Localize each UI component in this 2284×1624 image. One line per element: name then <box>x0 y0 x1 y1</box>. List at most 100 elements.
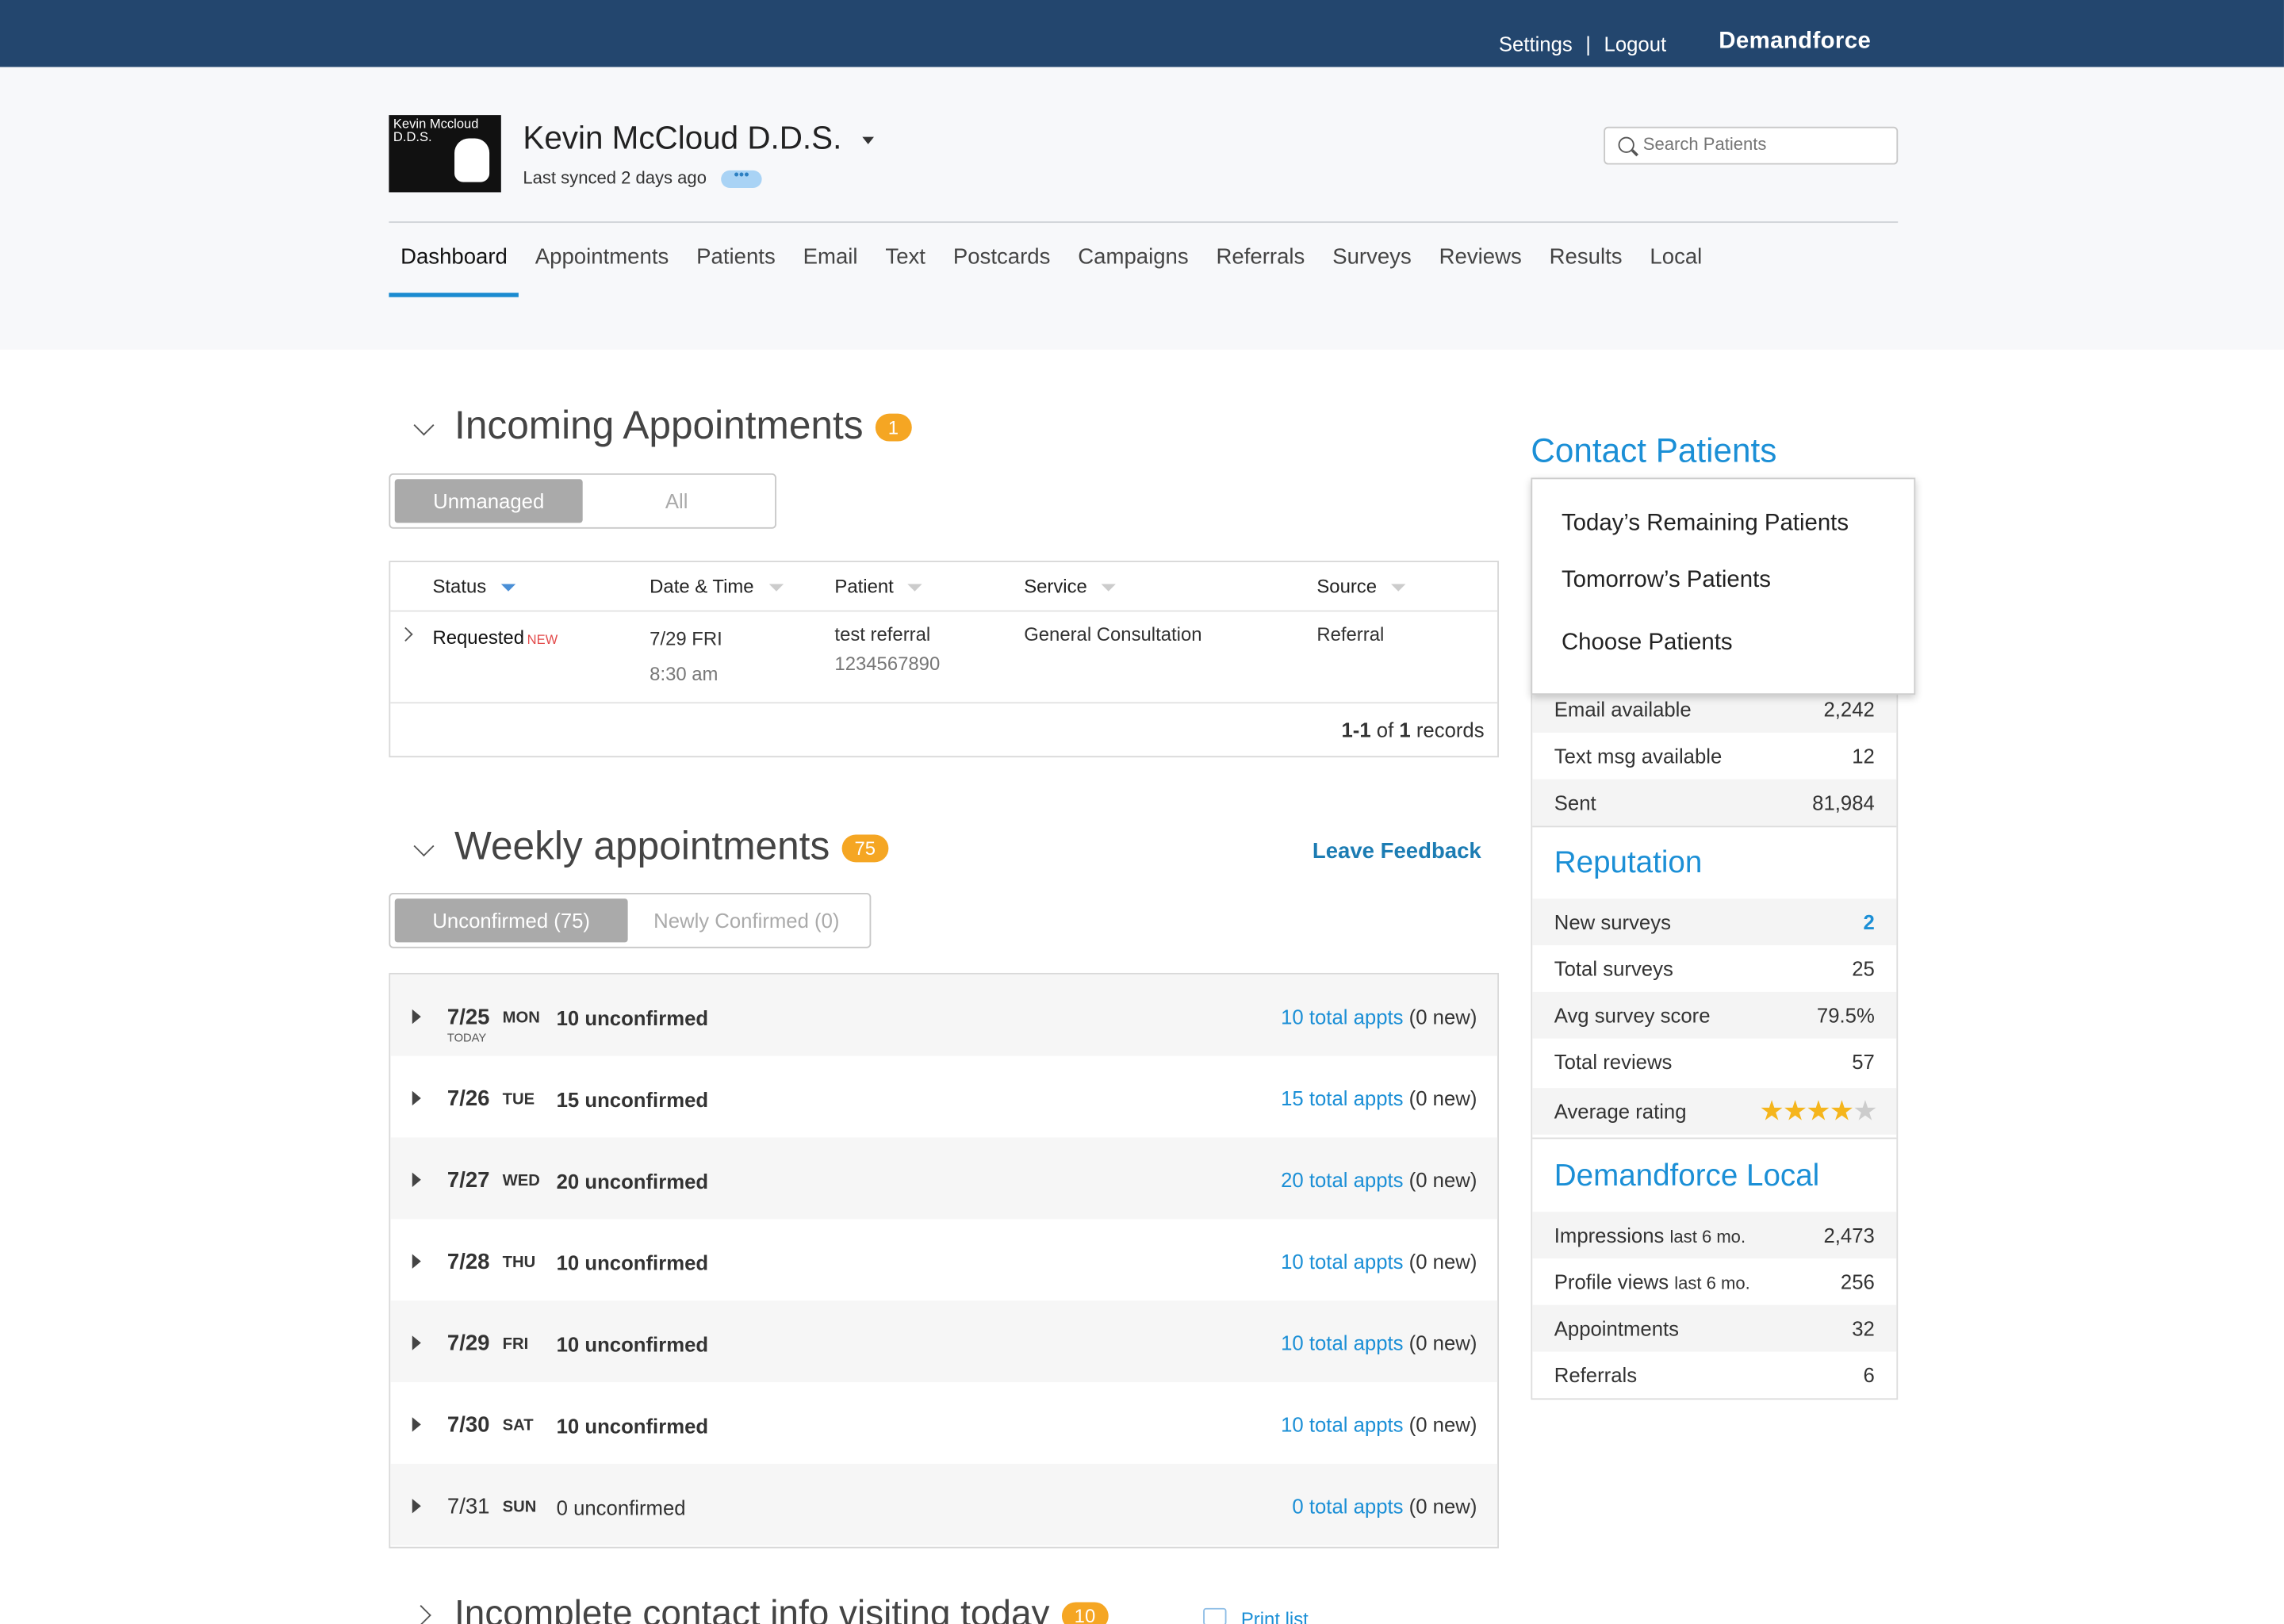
stat-label: Appointments <box>1554 1316 1679 1340</box>
collapse-chevron-icon[interactable] <box>413 415 435 436</box>
col-patient[interactable]: Patient <box>834 575 923 598</box>
day-row[interactable]: 7/31 SUN 0 unconfirmed 0 total appts (0 … <box>390 1463 1498 1545</box>
day-row[interactable]: 7/27 WED 20 unconfirmed 20 total appts (… <box>390 1137 1498 1220</box>
today-label: TODAY <box>446 1031 487 1044</box>
total-appts-link[interactable]: 15 total appts <box>1281 1086 1403 1109</box>
records-total: 1 <box>1399 718 1411 741</box>
brand-logo[interactable]: Demandforce <box>1719 29 1871 56</box>
col-datetime-label: Date & Time <box>650 575 754 598</box>
day-row[interactable]: 7/28 THU 10 unconfirmed 10 total appts (… <box>390 1219 1497 1300</box>
total-appts-link[interactable]: 20 total appts <box>1281 1168 1403 1191</box>
stat-value: 256 <box>1840 1270 1875 1294</box>
nav-surveys[interactable]: Surveys <box>1321 245 1424 297</box>
search-box[interactable] <box>1604 126 1899 165</box>
new-surveys-link[interactable]: 2 <box>1864 910 1875 933</box>
day-weekday: MON <box>502 1009 540 1027</box>
incoming-filter-toggle: Unmanaged All <box>389 473 776 529</box>
nav-dashboard[interactable]: Dashboard <box>389 245 519 297</box>
nav-campaigns[interactable]: Campaigns <box>1067 245 1201 297</box>
header <box>0 67 2284 350</box>
practice-logo: Kevin Mccloud D.D.S. <box>389 115 501 193</box>
print-list-link[interactable]: Print list <box>1241 1608 1309 1624</box>
new-count: (0 new) <box>1408 1168 1477 1192</box>
stat-value: 6 <box>1863 1363 1875 1387</box>
stat-row: Impressions last 6 mo. 2,473 <box>1532 1212 1897 1258</box>
expand-triangle-icon[interactable] <box>412 1417 421 1432</box>
nav-patients[interactable]: Patients <box>684 245 787 297</box>
nav-results[interactable]: Results <box>1538 245 1634 297</box>
leave-feedback-link[interactable]: Leave Feedback <box>1313 839 1481 864</box>
top-links: Settings | Logout <box>1499 32 1666 55</box>
print-icon[interactable] <box>1203 1607 1227 1624</box>
top-bar: Settings | Logout Demandforce <box>0 0 2284 67</box>
day-row[interactable]: 7/29 FRI 10 unconfirmed 10 total appts (… <box>390 1300 1498 1383</box>
nav-postcards[interactable]: Postcards <box>941 245 1062 297</box>
col-status[interactable]: Status <box>432 575 515 598</box>
logout-link[interactable]: Logout <box>1604 32 1667 55</box>
nav-appointments[interactable]: Appointments <box>523 245 680 297</box>
total-appts-link[interactable]: 10 total appts <box>1281 1331 1403 1354</box>
contact-patients-title[interactable]: Contact Patients <box>1531 431 1776 471</box>
weekly-list: 7/25 MON TODAY 10 unconfirmed 10 total a… <box>389 972 1499 1549</box>
day-unconfirmed: 0 unconfirmed <box>556 1496 686 1519</box>
expand-row-chevron-icon[interactable] <box>398 626 413 642</box>
stat-value: 2,242 <box>1823 697 1875 722</box>
stat-label: Profile views last 6 mo. <box>1554 1270 1750 1293</box>
toggle-newly-confirmed[interactable]: Newly Confirmed (0) <box>628 898 865 942</box>
nav-reviews[interactable]: Reviews <box>1428 245 1534 297</box>
day-totals: 10 total appts (0 new) <box>1281 1331 1477 1354</box>
row-patient[interactable]: test referral <box>834 623 930 645</box>
incoming-count-badge: 1 <box>875 414 912 442</box>
col-datetime[interactable]: Date & Time <box>650 575 784 598</box>
stat-label: Impressions last 6 mo. <box>1554 1224 1746 1247</box>
col-service[interactable]: Service <box>1024 576 1117 597</box>
stat-value: 2,473 <box>1823 1223 1875 1247</box>
total-appts-link[interactable]: 10 total appts <box>1281 1005 1403 1028</box>
total-appts-link[interactable]: 10 total appts <box>1281 1413 1403 1436</box>
toggle-unconfirmed[interactable]: Unconfirmed (75) <box>394 898 628 943</box>
nav-email[interactable]: Email <box>791 245 869 297</box>
practice-name-dropdown[interactable]: Kevin McCloud D.D.S. <box>523 120 874 158</box>
search-input[interactable] <box>1642 133 1891 155</box>
local-title[interactable]: Demandforce Local <box>1554 1159 1819 1194</box>
incomplete-count-badge: 10 <box>1061 1602 1109 1624</box>
menu-item-today-remaining[interactable]: Today’s Remaining Patients <box>1562 511 1849 538</box>
expand-triangle-icon[interactable] <box>412 1499 421 1514</box>
settings-link[interactable]: Settings <box>1499 32 1573 55</box>
nav-local[interactable]: Local <box>1638 245 1714 297</box>
day-row[interactable]: 7/30 SAT 10 unconfirmed 10 total appts (… <box>390 1382 1497 1464</box>
day-totals: 15 total appts (0 new) <box>1281 1086 1477 1109</box>
stat-row: New surveys 2 <box>1532 898 1897 946</box>
collapse-chevron-icon[interactable] <box>413 836 435 857</box>
total-appts-link[interactable]: 0 total appts <box>1292 1495 1403 1518</box>
expand-triangle-icon[interactable] <box>412 1009 421 1025</box>
reputation-title[interactable]: Reputation <box>1554 846 1703 881</box>
menu-item-tomorrow[interactable]: Tomorrow’s Patients <box>1562 568 1771 594</box>
col-status-label: Status <box>432 575 487 598</box>
expand-triangle-icon[interactable] <box>412 1090 421 1106</box>
stat-label: Sent <box>1554 791 1596 814</box>
expand-chevron-icon[interactable] <box>410 1605 431 1624</box>
day-unconfirmed: 10 unconfirmed <box>556 1414 709 1438</box>
nav-referrals[interactable]: Referrals <box>1205 245 1316 297</box>
toggle-all[interactable]: All <box>583 479 771 523</box>
new-count: (0 new) <box>1408 1005 1477 1028</box>
incomplete-title-text: Incomplete contact info visiting today <box>454 1593 1050 1624</box>
day-row[interactable]: 7/25 MON TODAY 10 unconfirmed 10 total a… <box>390 974 1498 1056</box>
weekly-count-badge: 75 <box>841 835 889 864</box>
nav-text[interactable]: Text <box>874 245 937 297</box>
menu-item-choose[interactable]: Choose Patients <box>1562 630 1733 657</box>
stat-label: Email available <box>1554 697 1692 722</box>
day-row[interactable]: 7/26 TUE 15 unconfirmed 15 total appts (… <box>390 1056 1497 1138</box>
col-source[interactable]: Source <box>1316 576 1406 597</box>
records-count: 1-1 of 1 records <box>1341 718 1484 741</box>
total-appts-link[interactable]: 10 total appts <box>1281 1250 1403 1273</box>
more-dots-icon[interactable]: ••• <box>721 168 762 188</box>
expand-triangle-icon[interactable] <box>412 1172 421 1187</box>
new-count: (0 new) <box>1408 1331 1477 1355</box>
half-star-icon: ★ <box>1853 1097 1877 1128</box>
toggle-unmanaged[interactable]: Unmanaged <box>394 479 583 523</box>
expand-triangle-icon[interactable] <box>412 1335 421 1350</box>
expand-triangle-icon[interactable] <box>412 1254 421 1269</box>
col-patient-label: Patient <box>834 575 894 598</box>
